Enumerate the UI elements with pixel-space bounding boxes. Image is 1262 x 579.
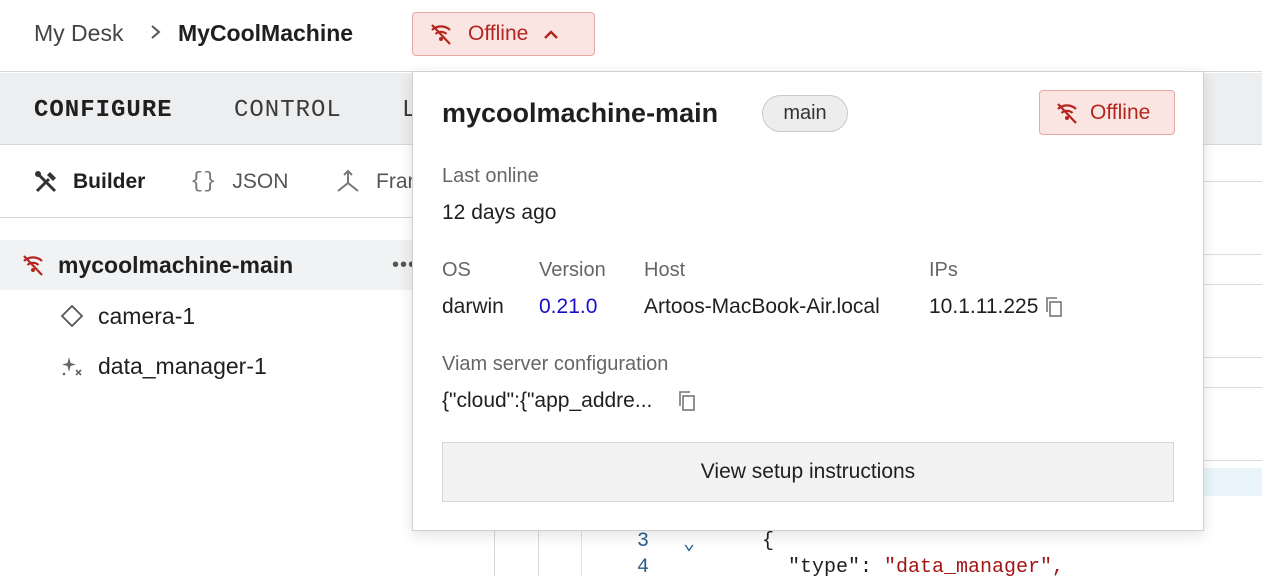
version-link[interactable]: 0.21.0 [539, 295, 597, 319]
wifi-off-icon [23, 255, 43, 276]
subtab-json[interactable]: {} JSON [190, 169, 288, 194]
host-value: Artoos-MacBook-Air.local [644, 295, 880, 318]
popover-status-label: Offline [1090, 100, 1151, 124]
wifi-off-icon [431, 24, 451, 45]
tab-control[interactable]: CONTROL [234, 97, 342, 124]
status-label: Offline [468, 22, 529, 45]
config-label: Viam server configuration [442, 353, 669, 375]
wifi-off-icon [1057, 102, 1077, 124]
code-line: 3 [637, 530, 649, 553]
breadcrumb-parent[interactable]: My Desk [34, 20, 123, 47]
subtab-builder[interactable]: Builder [33, 169, 145, 195]
os-label: OS [442, 259, 471, 281]
frame-icon [337, 169, 359, 192]
editor-highlight-row [1203, 468, 1262, 496]
tree-item-label: mycoolmachine-main [58, 251, 294, 278]
config-value: {"cloud":{"app_addre... [442, 389, 653, 412]
last-online-value: 12 days ago [442, 201, 557, 224]
top-header: My Desk MyCoolMachine Offline [0, 0, 1262, 72]
popover-status-badge: Offline [1039, 90, 1175, 135]
tab-configure[interactable]: CONFIGURE [34, 97, 173, 124]
tree-item-label: data_manager-1 [98, 352, 267, 379]
subtab-json-label: JSON [232, 169, 289, 193]
code-text: { [762, 530, 775, 553]
editor-row-line [1203, 357, 1262, 358]
editor-row-line [1203, 387, 1262, 388]
editor-row-line [1203, 254, 1262, 255]
editor-row-line [1203, 181, 1262, 182]
machine-status-popover: mycoolmachine-main main Offline Last onl… [412, 71, 1204, 531]
subtab-builder-label: Builder [73, 170, 146, 193]
copy-config-icon[interactable] [677, 390, 697, 412]
builder-tools-icon [35, 171, 57, 193]
fold-toggle-icon[interactable]: ⌄ [683, 530, 695, 556]
tree-item-label: camera-1 [98, 302, 196, 329]
chevron-up-icon [544, 30, 559, 39]
braces-icon: {} [190, 169, 217, 194]
version-label: Version [539, 259, 606, 281]
sparkle-icon [62, 357, 82, 376]
copy-ip-icon[interactable] [1044, 296, 1064, 318]
subtab-frame[interactable]: Fran [334, 169, 419, 195]
chevron-right-icon [151, 25, 161, 39]
ips-value: 10.1.11.225 [929, 295, 1039, 318]
editor-row-line [1203, 284, 1262, 285]
host-label: Host [644, 259, 686, 281]
editor-row-line [1203, 460, 1262, 461]
breadcrumb-current: MyCoolMachine [178, 20, 354, 46]
popover-title: mycoolmachine-main [442, 98, 719, 128]
os-value: darwin [442, 295, 504, 318]
main-part-badge: main [762, 95, 848, 132]
diamond-icon [60, 304, 84, 328]
machine-status-button[interactable]: Offline [412, 12, 595, 56]
last-online-label: Last online [442, 165, 539, 187]
ips-label: IPs [929, 259, 958, 281]
view-setup-instructions-button[interactable]: View setup instructions [442, 442, 1174, 502]
line-number: 3 [637, 530, 650, 553]
